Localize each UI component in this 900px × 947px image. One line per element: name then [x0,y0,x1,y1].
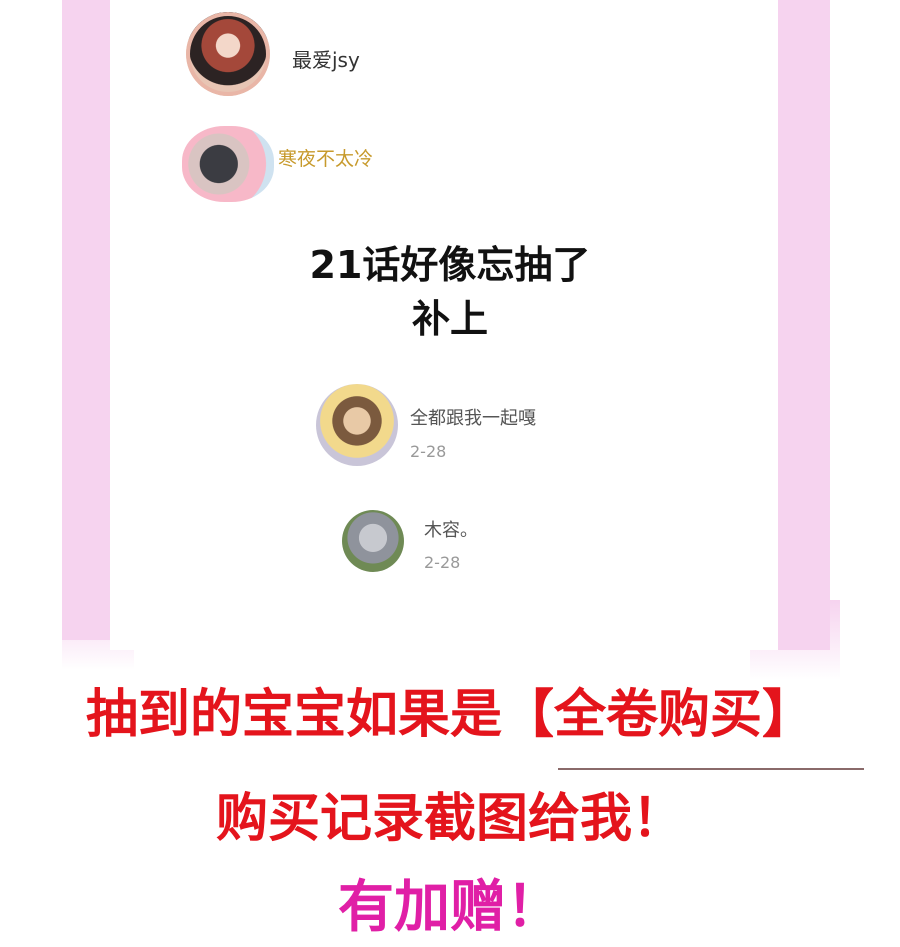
reply-username[interactable]: 全都跟我一起嘎 [410,404,536,430]
reply-date: 2-28 [424,553,461,572]
headline-line-1: 21话好像忘抽了 [309,243,591,287]
avatar[interactable] [182,126,274,202]
promo-line-1: 抽到的宝宝如果是【全卷购买】 [85,685,814,745]
comment-username[interactable]: 最爱jsy [292,44,360,73]
promo-underline [558,768,864,770]
reply-date: 2-28 [410,442,447,461]
avatar[interactable] [186,12,270,96]
headline-line-2: 补上 [411,297,488,341]
reply-username[interactable]: 木容。 [424,516,478,542]
promo-line-3: 有加赠！ [338,875,562,940]
avatar[interactable] [316,384,398,466]
avatar[interactable] [342,510,404,572]
promo-line-2: 购买记录截图给我！ [215,789,684,849]
comment-username[interactable]: 寒夜不太冷 [278,144,373,171]
